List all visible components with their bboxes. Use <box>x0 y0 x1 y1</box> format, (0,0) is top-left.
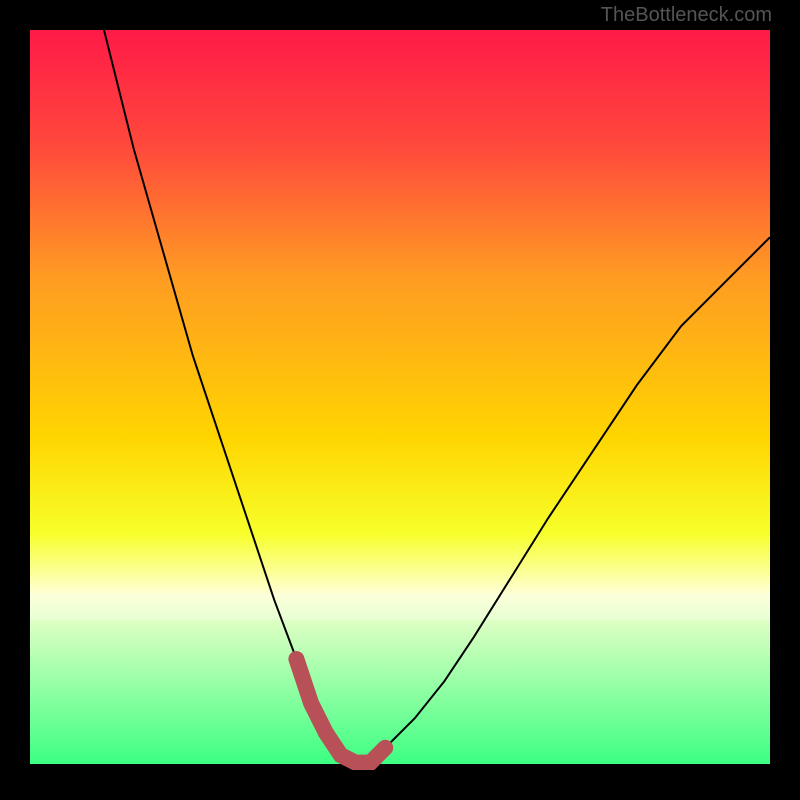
highlight-band <box>30 594 770 620</box>
attribution-text: TheBottleneck.com <box>601 4 772 27</box>
bottleneck-curve <box>104 30 770 763</box>
curve-layer <box>30 30 770 770</box>
figure: TheBottleneck.com <box>0 0 800 800</box>
plot-area <box>30 30 770 770</box>
highlight-marker <box>296 659 385 763</box>
